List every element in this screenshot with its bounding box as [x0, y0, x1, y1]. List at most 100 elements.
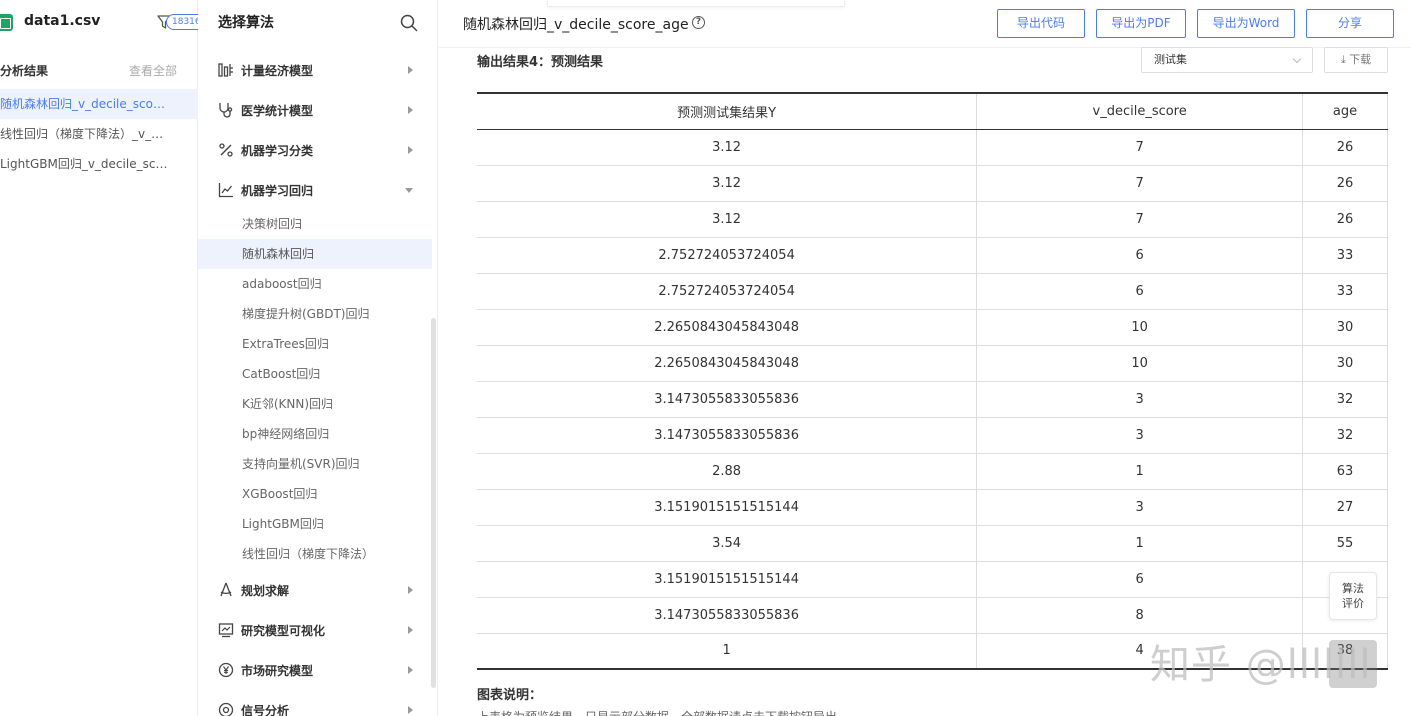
table-cell: 1: [976, 525, 1304, 562]
yen-coin-icon: [218, 662, 234, 678]
column-header: age: [1302, 93, 1388, 130]
float-label: 评价: [1342, 597, 1364, 610]
table-cell: 26: [1302, 165, 1388, 202]
algorithm-item[interactable]: LightGBM回归: [198, 509, 432, 539]
table-cell: 1: [477, 633, 978, 669]
chevron-down-icon: [405, 188, 413, 193]
table-row: 2.2650843045843048 10 30: [477, 309, 1388, 346]
table-cell: 32: [1302, 381, 1388, 418]
spreadsheet-icon: [0, 14, 13, 31]
table-cell: 55: [1302, 525, 1388, 562]
category-econometrics[interactable]: 计量经济模型: [218, 59, 418, 83]
file-header: data1.csv 18316: [0, 10, 207, 36]
table-cell: 3: [976, 381, 1304, 418]
table-cell: 7: [976, 165, 1304, 202]
algorithm-item[interactable]: ExtraTrees回归: [198, 329, 432, 359]
category-optimization[interactable]: 规划求解: [218, 579, 418, 603]
algorithm-evaluation-button[interactable]: 算法 评价: [1329, 572, 1377, 620]
select-value: 测试集: [1154, 53, 1187, 66]
column-header: 预测测试集结果Y: [477, 93, 978, 130]
output-title: 输出结果4：预测结果: [477, 55, 604, 70]
download-button[interactable]: ⤓ 下载: [1324, 47, 1388, 73]
panel-title: 选择算法: [218, 15, 274, 31]
category-visualization[interactable]: 研究模型可视化: [218, 619, 418, 643]
table-cell: 2.752724053724054: [477, 237, 978, 274]
algorithm-item[interactable]: bp神经网络回归: [198, 419, 432, 449]
percent-icon: [219, 143, 233, 157]
file-name[interactable]: data1.csv: [24, 13, 100, 29]
chart-note-title: 图表说明：: [477, 688, 543, 703]
results-section-header: 分析结果 查看全部: [0, 60, 198, 80]
table-cell: 7: [976, 129, 1304, 166]
table-row: 3.1473055833055836 3 32: [477, 381, 1388, 418]
table-cell: 2.2650843045843048: [477, 345, 978, 382]
algorithm-item[interactable]: CatBoost回归: [198, 359, 432, 389]
table-row: 3.12 7 26: [477, 129, 1388, 166]
table-cell: 8: [976, 597, 1304, 634]
table-cell: 3.1473055833055836: [477, 417, 978, 454]
chart-box-icon: [218, 623, 234, 638]
help-icon[interactable]: ?: [692, 16, 705, 29]
share-button[interactable]: 分享: [1306, 9, 1394, 38]
category-label: 医学统计模型: [241, 104, 314, 118]
result-item[interactable]: LightGBM回归_v_decile_score_age: [0, 149, 198, 179]
line-chart-icon: [218, 183, 233, 198]
dataset-select[interactable]: 测试集: [1141, 47, 1313, 73]
table-cell: 3.12: [477, 129, 978, 166]
category-label: 机器学习回归: [241, 184, 314, 198]
category-signal-analysis[interactable]: 信号分析: [218, 699, 418, 716]
bar-chart-icon: [218, 63, 233, 77]
result-item[interactable]: 随机森林回归_v_decile_score_age: [0, 89, 198, 119]
table-row: 3.1519015151515144 3 27: [477, 489, 1388, 526]
category-ml-classification[interactable]: 机器学习分类: [218, 139, 418, 163]
download-icon: ⤓: [1340, 53, 1346, 66]
category-ml-regression[interactable]: 机器学习回归: [218, 179, 418, 203]
table-cell: 32: [1302, 417, 1388, 454]
results-panel: data1.csv 18316 分析结果 查看全部 随机森林回归_v_decil…: [0, 0, 207, 716]
search-icon[interactable]: [400, 14, 418, 32]
category-label: 规划求解: [241, 584, 290, 598]
algorithm-item[interactable]: 决策树回归: [198, 209, 432, 239]
scrollbar[interactable]: [431, 318, 436, 688]
algorithm-item[interactable]: 梯度提升树(GBDT)回归: [198, 299, 432, 329]
table-cell: 33: [1302, 273, 1388, 310]
export-code-button[interactable]: 导出代码: [997, 9, 1085, 38]
table-cell: 2.2650843045843048: [477, 309, 978, 346]
category-medical-stats[interactable]: 医学统计模型: [218, 99, 418, 123]
column-header: v_decile_score: [976, 93, 1304, 130]
chevron-right-icon: [408, 106, 413, 114]
float-label: 算法: [1342, 582, 1364, 595]
algorithm-item[interactable]: 线性回归（梯度下降法）: [198, 539, 432, 569]
chevron-down-icon: [1292, 54, 1302, 64]
algorithm-item-selected[interactable]: 随机森林回归: [198, 239, 432, 269]
table-cell: 30: [1302, 309, 1388, 346]
view-all-link[interactable]: 查看全部: [129, 62, 177, 79]
table-cell: 63: [1302, 453, 1388, 490]
table-cell: 26: [1302, 201, 1388, 238]
compass-icon: [220, 582, 232, 597]
table-cell: 27: [1302, 489, 1388, 526]
table-cell: 3: [976, 489, 1304, 526]
algorithm-item[interactable]: adaboost回归: [198, 269, 432, 299]
section-title: 分析结果: [0, 64, 49, 78]
algorithm-item[interactable]: K近邻(KNN)回归: [198, 389, 432, 419]
algorithm-item[interactable]: 支持向量机(SVR)回归: [198, 449, 432, 479]
table-cell: 6: [976, 237, 1304, 274]
popover-edge: [547, 0, 845, 7]
table-cell: 3.1473055833055836: [477, 381, 978, 418]
signal-icon: [218, 702, 234, 716]
category-market-research[interactable]: 市场研究模型: [218, 659, 418, 683]
export-word-button[interactable]: 导出为Word: [1197, 9, 1295, 38]
category-label: 研究模型可视化: [241, 624, 326, 638]
category-label: 市场研究模型: [241, 664, 314, 678]
prediction-table: 预测测试集结果Y v_decile_score age 3.12 7 26 3.12 7…: [477, 92, 1388, 670]
algorithm-item[interactable]: XGBoost回归: [198, 479, 432, 509]
table-row: 2.752724053724054 6 33: [477, 237, 1388, 274]
chevron-right-icon: [408, 666, 413, 674]
table-row: 3.1519015151515144 6: [477, 561, 1388, 598]
table-cell: 7: [976, 201, 1304, 238]
result-item[interactable]: 线性回归（梯度下降法）_v_decile_score_age: [0, 119, 198, 149]
chevron-right-icon: [408, 626, 413, 634]
export-pdf-button[interactable]: 导出为PDF: [1096, 9, 1186, 38]
table-row: 2.88 1 63: [477, 453, 1388, 490]
